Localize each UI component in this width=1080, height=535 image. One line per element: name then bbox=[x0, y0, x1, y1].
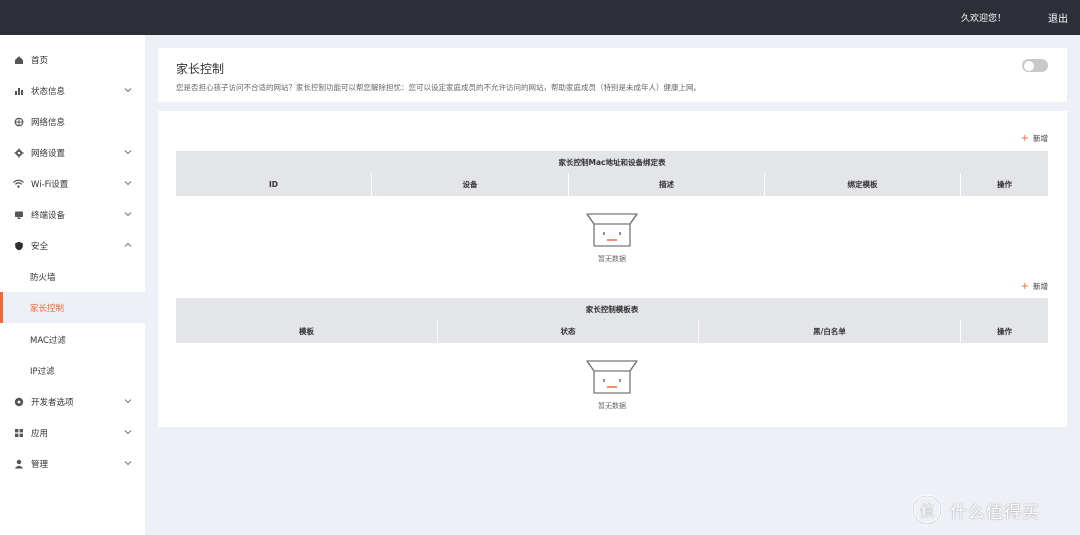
plus-icon: + bbox=[1020, 133, 1029, 144]
sidebar: 首页 状态信息 网络信息 网络设置 Wi-Fi设置 终端设备 安全 防火墙 家长… bbox=[0, 35, 145, 535]
sidebar-item-home[interactable]: 首页 bbox=[0, 44, 145, 75]
watermark-logo-icon: 值 bbox=[911, 494, 943, 526]
sidebar-item-label: MAC过滤 bbox=[30, 335, 66, 346]
sidebar-item-label: 家长控制 bbox=[30, 303, 65, 314]
parental-control-toggle[interactable] bbox=[1022, 59, 1048, 72]
chevron-down-icon bbox=[124, 430, 132, 435]
sidebar-item-label: 终端设备 bbox=[31, 210, 66, 221]
sidebar-item-label: 网络信息 bbox=[31, 117, 66, 128]
chevron-down-icon bbox=[124, 150, 132, 155]
column-header-bound-template: 绑定模板 bbox=[764, 173, 960, 196]
sidebar-item-firewall[interactable]: 防火墙 bbox=[0, 261, 145, 292]
column-header-actions: 操作 bbox=[960, 320, 1048, 343]
sidebar-item-status[interactable]: 状态信息 bbox=[0, 75, 145, 106]
gear-icon bbox=[13, 147, 24, 158]
sidebar-item-label: 网络设置 bbox=[31, 148, 66, 159]
sidebar-item-label: 首页 bbox=[31, 55, 49, 66]
chevron-down-icon bbox=[124, 212, 132, 217]
column-header-id: ID bbox=[268, 180, 279, 189]
sidebar-item-network-settings[interactable]: 网络设置 bbox=[0, 137, 145, 168]
sidebar-item-mac-filter[interactable]: MAC过滤 bbox=[0, 324, 145, 355]
sidebar-item-label: 状态信息 bbox=[31, 86, 66, 97]
shield-icon bbox=[13, 240, 24, 251]
column-header-blackwhite-list: 黑/白名单 bbox=[698, 320, 960, 343]
sidebar-item-label: 应用 bbox=[31, 428, 49, 439]
column-header-description: 描述 bbox=[568, 173, 764, 196]
add-template-button[interactable]: + 新增 bbox=[1021, 281, 1048, 292]
network-icon bbox=[13, 116, 24, 127]
sidebar-item-label: 防火墙 bbox=[30, 272, 56, 283]
table-title: 家长控制模板表 bbox=[176, 298, 1048, 320]
page-description: 您是否担心孩子访问不合适的网站？家长控制功能可以帮您解除担忧：您可以设定家庭成员… bbox=[176, 83, 701, 92]
add-binding-button[interactable]: + 新增 bbox=[1021, 133, 1048, 144]
table-header: 模板 状态 黑/白名单 操作 bbox=[176, 320, 1048, 343]
sidebar-item-devices[interactable]: 终端设备 bbox=[0, 199, 145, 230]
sidebar-item-network-info[interactable]: 网络信息 bbox=[0, 106, 145, 137]
sidebar-item-label: 开发者选项 bbox=[31, 397, 74, 408]
sidebar-item-label: 安全 bbox=[31, 241, 49, 252]
empty-box-icon bbox=[586, 213, 638, 247]
sidebar-item-security[interactable]: 安全 bbox=[0, 230, 145, 261]
monitor-icon bbox=[13, 209, 24, 220]
sidebar-item-label: 管理 bbox=[31, 459, 49, 470]
column-header-actions: 操作 bbox=[960, 173, 1048, 196]
sidebar-item-wifi[interactable]: Wi-Fi设置 bbox=[0, 168, 145, 199]
sidebar-item-label: Wi-Fi设置 bbox=[31, 179, 69, 190]
plus-icon: + bbox=[1020, 281, 1029, 292]
bar-chart-icon bbox=[13, 85, 24, 96]
parental-control-header-card: 家长控制 您是否担心孩子访问不合适的网站？家长控制功能可以帮您解除担忧：您可以设… bbox=[158, 48, 1067, 102]
add-button-label: 新增 bbox=[1033, 134, 1048, 143]
chevron-up-icon bbox=[124, 242, 132, 247]
watermark-logo-glyph: 值 bbox=[919, 502, 934, 520]
logout-link[interactable]: 退出 bbox=[1048, 10, 1068, 25]
user-icon bbox=[13, 458, 24, 469]
welcome-text: 久欢迎您！ bbox=[960, 14, 1006, 24]
chevron-down-icon bbox=[124, 461, 132, 466]
table-title: 家长控制Mac地址和设备绑定表 bbox=[176, 151, 1048, 173]
watermark: 值 什么值得买 bbox=[910, 493, 1040, 527]
empty-state-text: 暂无数据 bbox=[598, 255, 626, 263]
wifi-icon bbox=[13, 178, 24, 189]
sidebar-item-parental-control[interactable]: 家长控制 bbox=[0, 292, 145, 323]
column-header-template: 模板 bbox=[299, 327, 314, 336]
chevron-down-icon bbox=[124, 88, 132, 93]
empty-state-text: 暂无数据 bbox=[598, 402, 626, 410]
table-header: ID 设备 描述 绑定模板 操作 bbox=[176, 173, 1048, 196]
watermark-text: 什么值得买 bbox=[950, 502, 1040, 523]
sidebar-item-management[interactable]: 管理 bbox=[0, 448, 145, 479]
apps-icon bbox=[13, 427, 24, 438]
page-title: 家长控制 bbox=[176, 62, 225, 76]
column-header-device: 设备 bbox=[371, 173, 568, 196]
empty-box-icon bbox=[586, 360, 638, 394]
chevron-down-icon bbox=[124, 181, 132, 186]
sidebar-item-apps[interactable]: 应用 bbox=[0, 417, 145, 448]
home-icon bbox=[13, 54, 24, 65]
developer-icon bbox=[13, 396, 24, 407]
sidebar-item-developer[interactable]: 开发者选项 bbox=[0, 386, 145, 417]
tables-card: + 新增 家长控制Mac地址和设备绑定表 ID 设备 描述 绑定模板 操作 暂无数… bbox=[158, 111, 1067, 427]
column-header-status: 状态 bbox=[437, 320, 698, 343]
sidebar-item-ip-filter[interactable]: IP过滤 bbox=[0, 355, 145, 386]
chevron-down-icon bbox=[124, 399, 132, 404]
add-button-label: 新增 bbox=[1033, 282, 1048, 291]
sidebar-item-label: IP过滤 bbox=[30, 366, 55, 377]
top-bar: 久欢迎您！ 退出 bbox=[0, 0, 1080, 35]
